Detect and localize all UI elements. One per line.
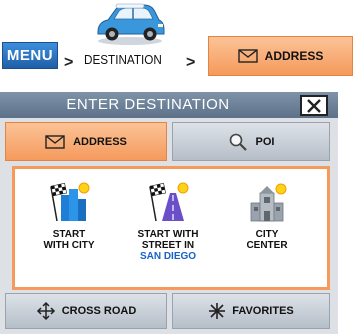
tab-poi-label: POI [255,135,275,148]
tab-address[interactable]: ADDRESS [5,122,167,161]
favorites-star-icon [209,303,226,319]
start-with-city-label: START WITH CITY [43,229,95,251]
breadcrumb-separator: > [64,54,74,71]
start-with-street-label: START WITH STREET IN [137,229,199,251]
cross-road-label: CROSS ROAD [61,305,137,317]
tab-address-label: ADDRESS [73,135,127,148]
city-center-label: CITY CENTER [246,229,288,251]
start-with-city-option[interactable]: START WITH CITY [21,181,117,281]
city-flag-icon [50,182,90,222]
title-bar: ENTER DESTINATION [0,92,338,118]
street-flag-icon [149,182,189,222]
magnifier-icon [229,133,247,151]
favorites-button[interactable]: FAVORITES [172,293,330,329]
breadcrumb-address-button[interactable]: ADDRESS [208,36,353,76]
envelope-icon [237,49,258,63]
current-city-name: SAN DIEGO [139,251,197,262]
start-with-street-option[interactable]: START WITH STREET IN SAN DIEGO [120,181,216,281]
close-icon [307,98,321,113]
breadcrumb-destination[interactable]: DESTINATION [84,52,162,67]
cross-road-button[interactable]: CROSS ROAD [5,293,167,329]
envelope-icon [45,134,65,149]
car-icon [97,3,165,45]
breadcrumb-separator: > [186,54,196,71]
destination-options: START WITH CITY START WITH STREET IN SAN… [12,166,330,290]
menu-button[interactable]: MENU [2,42,58,69]
tab-poi[interactable]: POI [172,122,330,161]
close-button[interactable] [300,95,328,116]
favorites-label: FAVORITES [232,305,294,317]
city-center-option[interactable]: CITY CENTER [219,181,315,281]
breadcrumb-address-label: ADDRESS [264,49,324,63]
enter-destination-panel: ENTER DESTINATION ADDRESS POI START WITH… [0,92,338,334]
crossroad-arrows-icon [36,301,55,321]
city-center-icon [250,183,287,222]
dialog-title: ENTER DESTINATION [66,96,230,113]
